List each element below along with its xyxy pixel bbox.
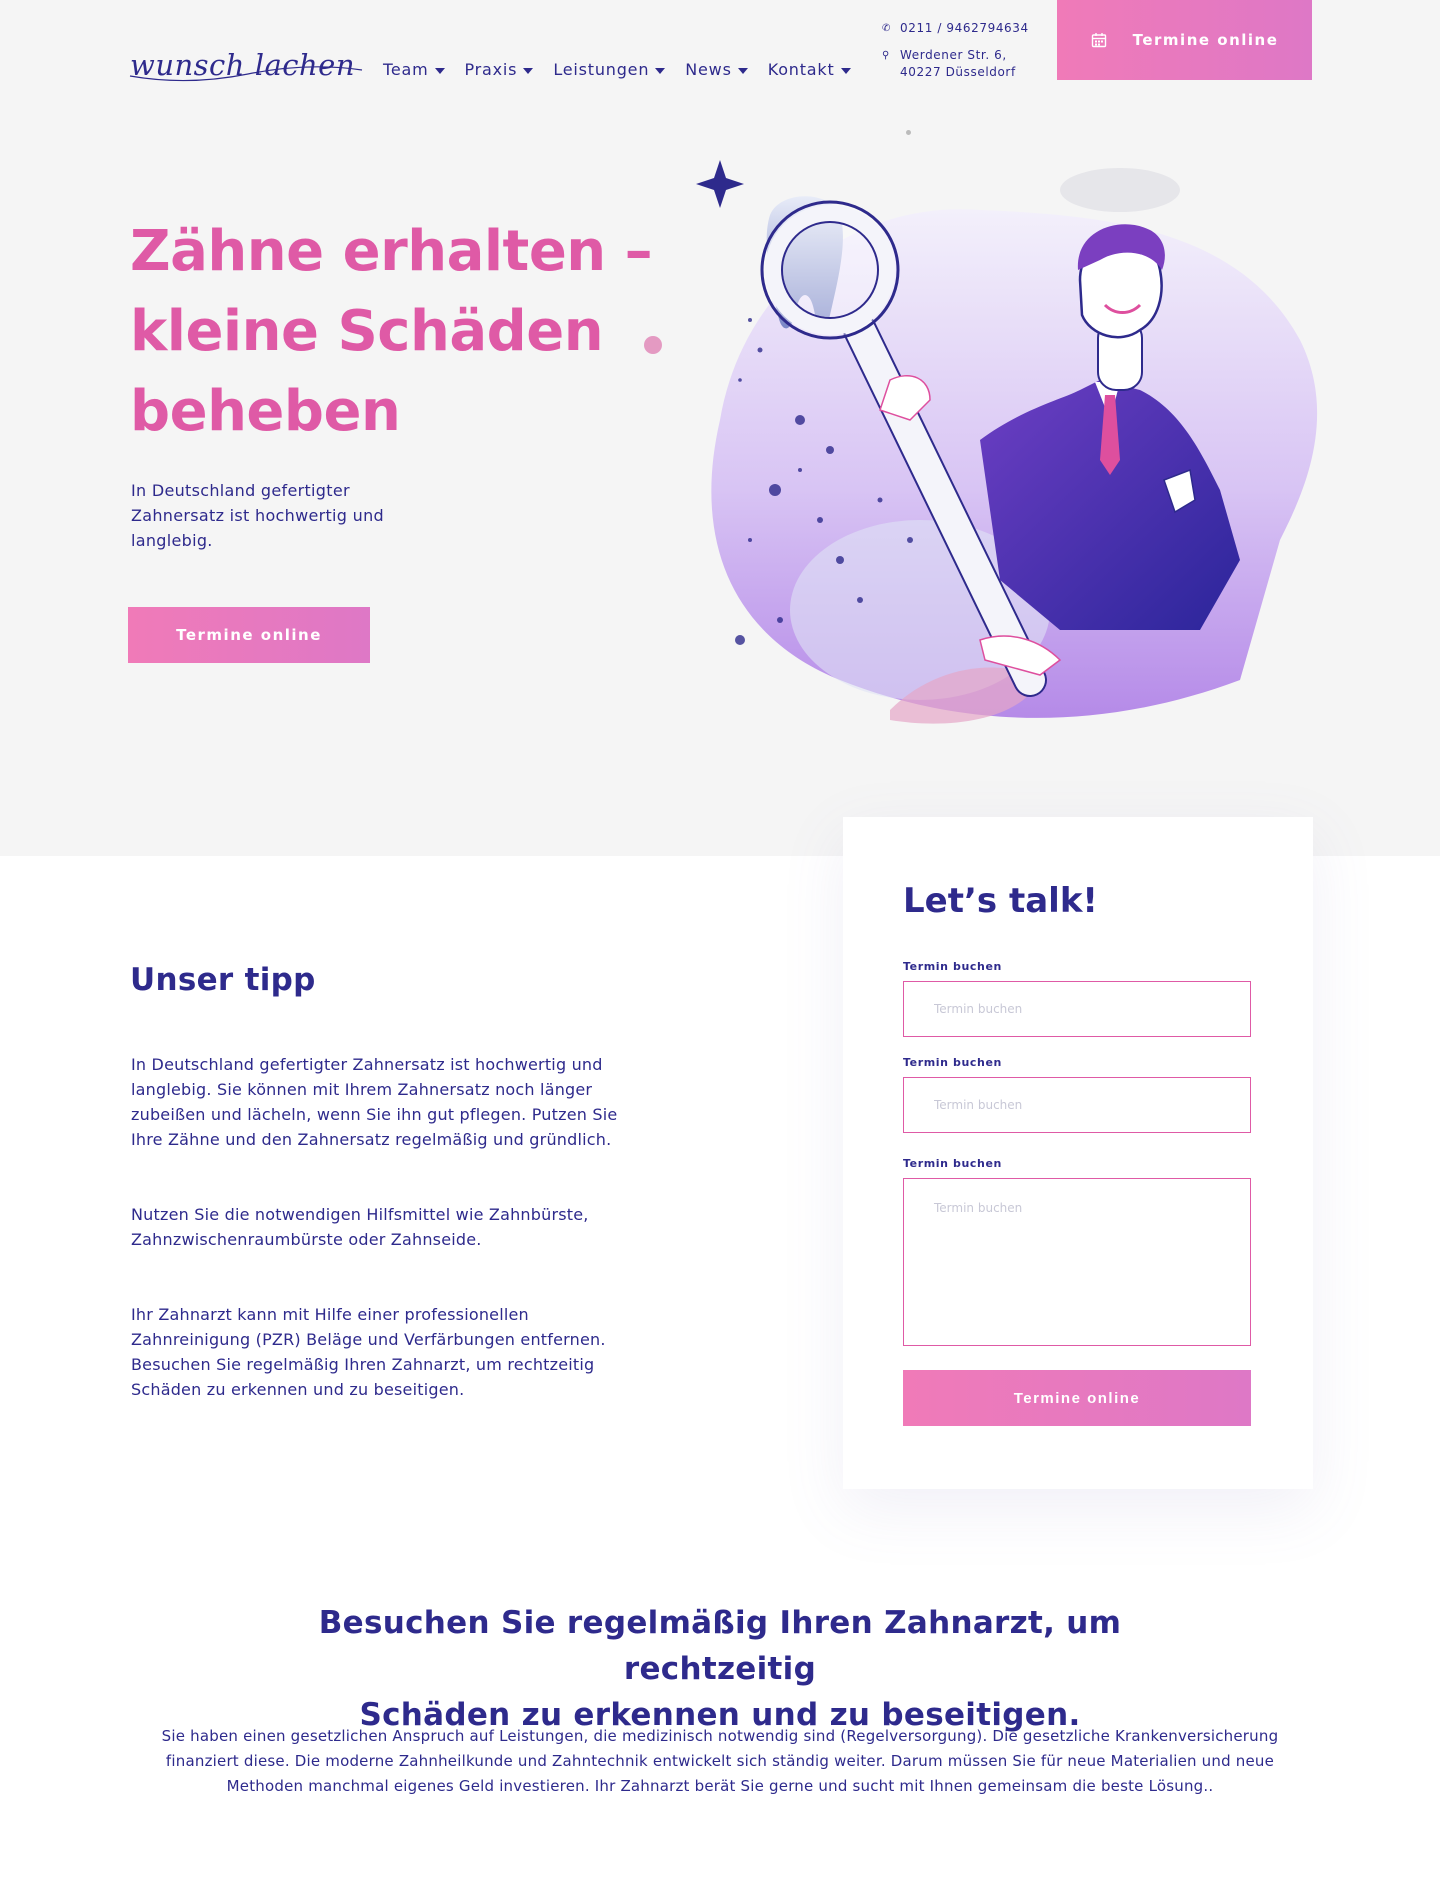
appointment-field-1[interactable] <box>903 981 1251 1037</box>
address-line-2: 40227 Düsseldorf <box>900 65 1016 79</box>
nav-item-team[interactable]: Team <box>383 60 445 79</box>
phone-icon: ✆ <box>882 23 891 34</box>
form-title: Let’s talk! <box>903 881 1098 921</box>
nav-item-label: Leistungen <box>553 60 650 79</box>
location-pin-icon: ⚲ <box>882 50 890 61</box>
nav-item-kontakt[interactable]: Kontakt <box>768 60 851 79</box>
address-line-1: Werdener Str. 6, <box>900 48 1007 62</box>
nav-item-label: News <box>685 60 732 79</box>
appointment-message-field[interactable] <box>903 1178 1251 1346</box>
chevron-down-icon <box>655 67 666 74</box>
main-nav: Team Praxis Leistungen News Kontakt <box>383 60 851 79</box>
dentist-illustration <box>696 160 1318 724</box>
chevron-down-icon <box>434 67 445 74</box>
hero-title: Zähne erhalten – kleine Schäden beheben <box>130 212 690 452</box>
nav-item-label: Kontakt <box>767 60 835 79</box>
nav-item-label: Team <box>383 60 429 79</box>
tip-body: In Deutschland gefertigter Zahnersatz is… <box>131 1052 631 1452</box>
bottom-title-line: Besuchen Sie regelmäßig Ihren Zahnarzt, … <box>318 1605 1122 1687</box>
field-label: Termin buchen <box>903 960 1002 973</box>
form-submit-label: Termine online <box>1013 1389 1141 1407</box>
sparkle-icon <box>696 160 744 208</box>
phone-number: 0211 / 9462794634 <box>900 21 1029 35</box>
hero-title-line: kleine Schäden <box>130 299 604 364</box>
hero-text: In Deutschland gefertigter Zahnersatz is… <box>131 481 384 550</box>
hero-title-line: Zähne erhalten – <box>130 219 653 284</box>
tip-paragraph: Ihr Zahnarzt kann mit Hilfe einer profes… <box>131 1305 606 1399</box>
nav-item-praxis[interactable]: Praxis <box>465 60 534 79</box>
address-row: ⚲ Werdener Str. 6, 40227 Düsseldorf <box>882 47 1029 81</box>
appointment-field-2[interactable] <box>903 1077 1251 1133</box>
chevron-down-icon <box>840 67 851 74</box>
hero-appointment-button[interactable]: Termine online <box>128 607 370 663</box>
chevron-down-icon <box>737 67 748 74</box>
tip-title: Unser tipp <box>130 962 316 998</box>
form-submit-button[interactable]: Termine online <box>903 1370 1251 1426</box>
nav-item-label: Praxis <box>464 60 518 79</box>
field-label: Termin buchen <box>903 1056 1002 1069</box>
bottom-title: Besuchen Sie regelmäßig Ihren Zahnarzt, … <box>220 1600 1220 1738</box>
hero-title-line: beheben <box>130 379 401 444</box>
header-cta-label: Termine online <box>1132 31 1279 49</box>
tip-paragraph: Nutzen Sie die notwendigen Hilfsmittel w… <box>131 1205 589 1249</box>
chevron-down-icon <box>523 67 534 74</box>
hero-cta-label: Termine online <box>176 626 322 644</box>
nav-item-leistungen[interactable]: Leistungen <box>553 60 666 79</box>
contact-info: ✆ 0211 / 9462794634 ⚲ Werdener Str. 6, 4… <box>882 20 1029 91</box>
calendar-icon <box>1091 33 1106 48</box>
logo-swash <box>129 66 363 82</box>
tip-paragraph: In Deutschland gefertigter Zahnersatz is… <box>131 1055 618 1149</box>
decorative-dot <box>644 336 662 354</box>
phone-row[interactable]: ✆ 0211 / 9462794634 <box>882 20 1029 37</box>
header-appointment-button[interactable]: Termine online <box>1057 0 1312 80</box>
contact-form-card: Let’s talk! Termin buchen Termin buchen … <box>843 817 1313 1489</box>
address: Werdener Str. 6, 40227 Düsseldorf <box>900 47 1016 81</box>
nav-item-news[interactable]: News <box>685 60 748 79</box>
bottom-text: Sie haben einen gesetzlichen Anspruch au… <box>161 1727 1279 1795</box>
field-label: Termin buchen <box>903 1157 1002 1170</box>
